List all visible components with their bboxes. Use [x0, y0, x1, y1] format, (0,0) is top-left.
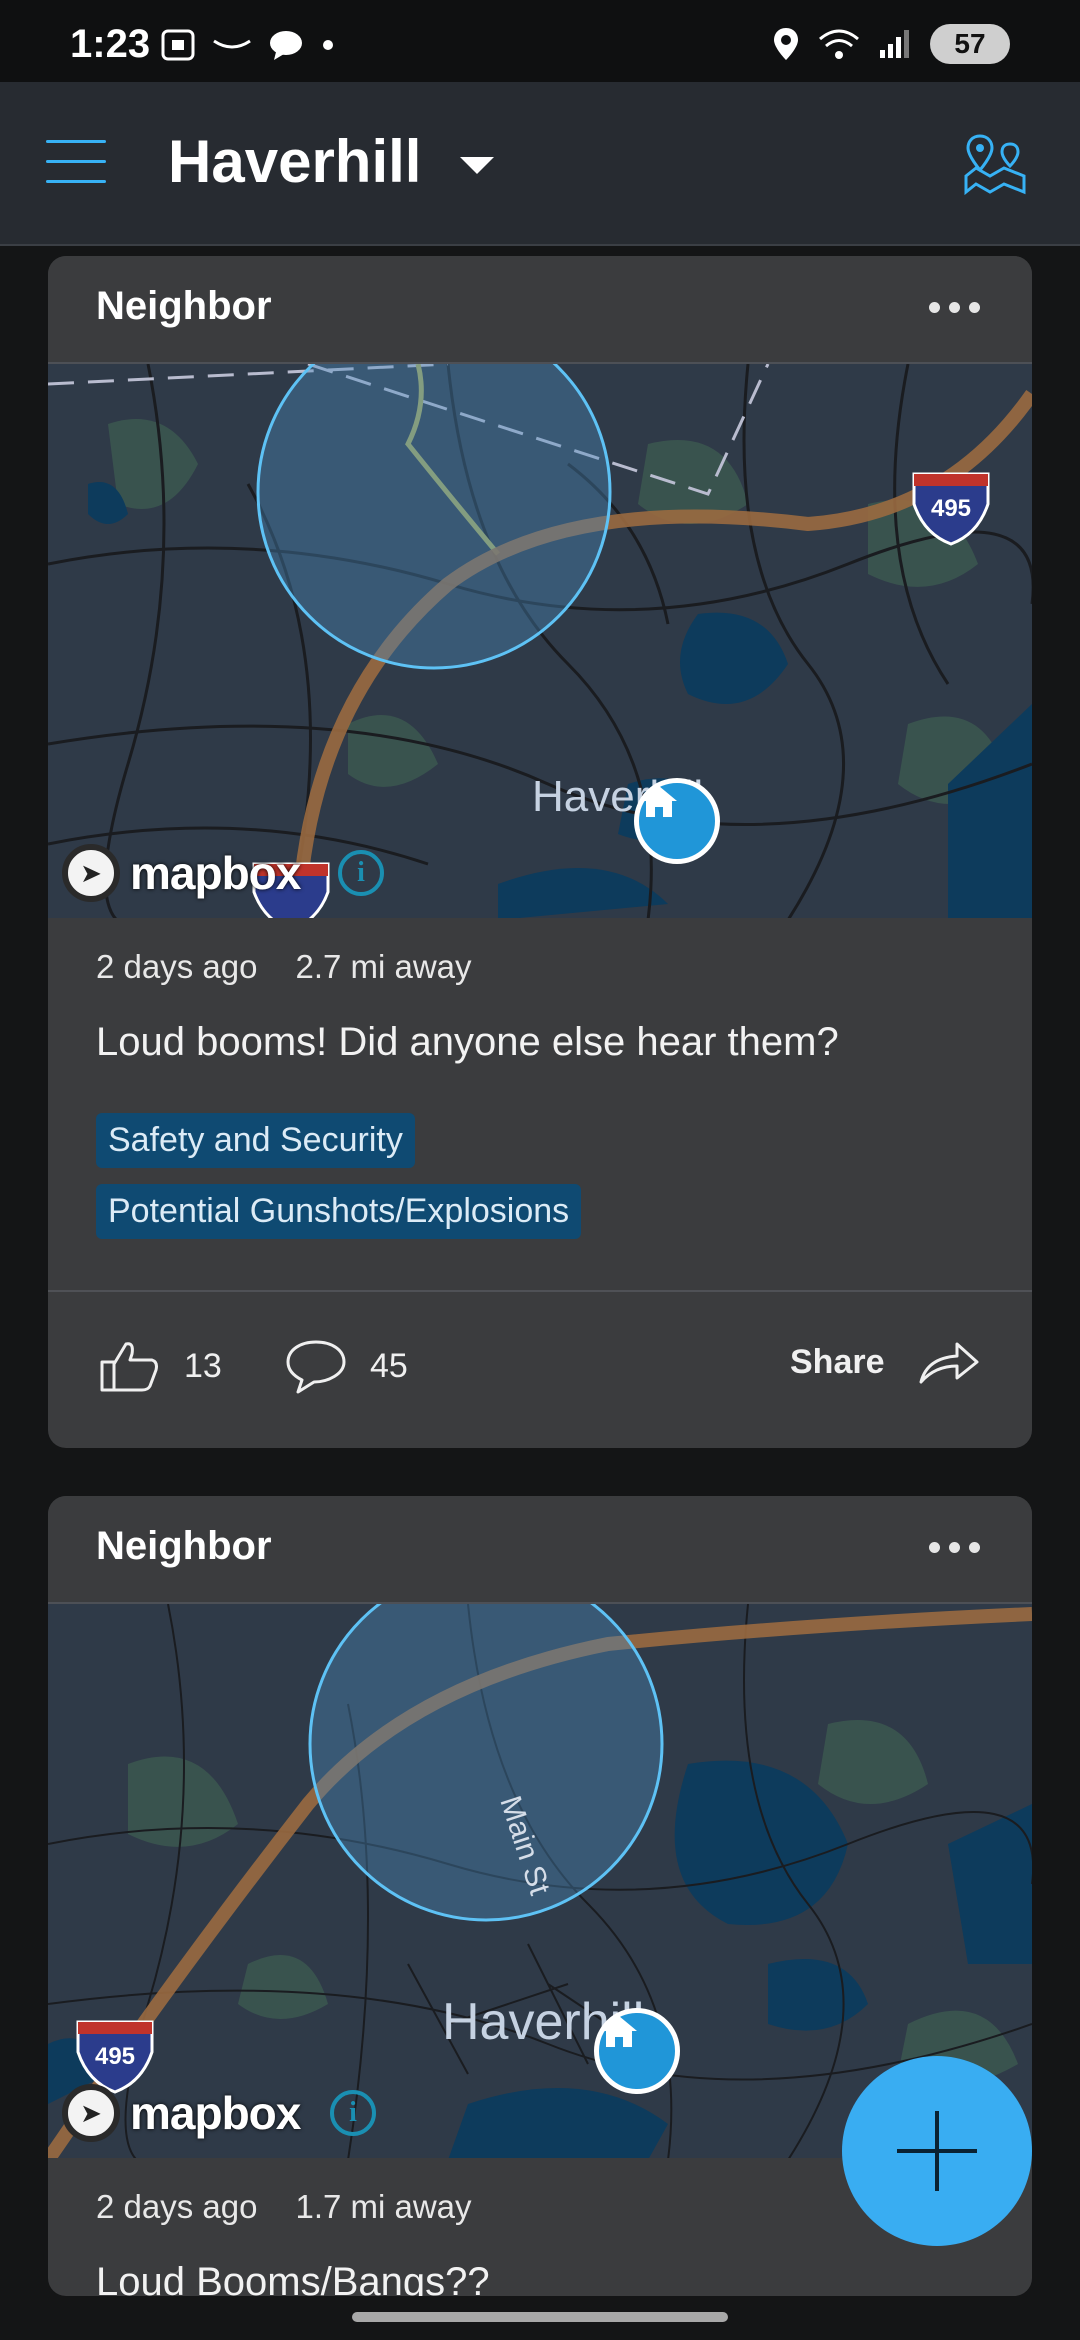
app-header: Haverhill — [0, 82, 1080, 246]
card-header: Neighbor — [48, 256, 1032, 362]
mapbox-mark-icon: ➤ — [62, 844, 120, 902]
card-header: Neighbor — [48, 1496, 1032, 1602]
menu-icon — [46, 140, 106, 143]
post-tags: Safety and Security Potential Gunshots/E… — [96, 1113, 984, 1239]
mapbox-wordmark: mapbox — [130, 847, 301, 899]
post-actions: 13 45 Share — [48, 1292, 1032, 1448]
post-text: Loud Booms/Bangs?? — [96, 2260, 490, 2296]
post-meta: 2 days ago 1.7 mi away — [96, 2188, 984, 2226]
comment-button[interactable]: 45 — [284, 1338, 408, 1394]
wifi-icon — [819, 29, 859, 59]
like-button[interactable]: 13 — [98, 1338, 222, 1394]
mapbox-mark-icon: ➤ — [62, 2084, 120, 2142]
post-author: Neighbor — [96, 284, 272, 328]
system-icons: 57 — [772, 24, 1010, 64]
post-body: 2 days ago 2.7 mi away Loud booms! Did a… — [48, 948, 1032, 1239]
post-map[interactable]: 495 Haverhill ➤ mapbox i — [48, 362, 1032, 918]
battery-indicator: 57 — [930, 24, 1010, 64]
highway-number: 495 — [931, 495, 971, 522]
status-time: 1:23 — [70, 22, 151, 66]
share-button[interactable]: Share — [790, 1338, 981, 1386]
map-info-icon[interactable]: i — [330, 2090, 376, 2136]
location-icon — [774, 28, 798, 60]
mapbox-logo: ➤ mapbox — [62, 2084, 301, 2142]
tag-safety[interactable]: Safety and Security — [96, 1113, 415, 1168]
post-author: Neighbor — [96, 1524, 272, 1568]
map-info-icon[interactable]: i — [338, 850, 384, 896]
new-post-button[interactable] — [842, 2056, 1032, 2246]
screenshot-icon — [161, 29, 195, 61]
more-icon — [929, 1542, 940, 1553]
home-indicator[interactable] — [352, 2312, 728, 2322]
dot-icon — [323, 40, 333, 50]
share-arrow-icon — [919, 1342, 978, 1384]
thumbs-up-icon — [100, 1342, 158, 1392]
share-label: Share — [790, 1342, 885, 1381]
mapbox-logo: ➤ mapbox — [62, 844, 301, 902]
home-icon — [601, 2016, 637, 2047]
home-icon — [641, 786, 677, 817]
comment-icon — [286, 1340, 346, 1394]
post-time: 2 days ago — [96, 948, 258, 985]
home-pin[interactable] — [634, 778, 720, 864]
comment-count: 45 — [370, 1346, 408, 1385]
status-bar: 1:23 57 — [0, 0, 1080, 82]
post-distance: 1.7 mi away — [295, 2188, 472, 2225]
post-card[interactable]: Neighbor — [48, 256, 1032, 1448]
mapbox-wordmark: mapbox — [130, 2087, 301, 2139]
post-meta: 2 days ago 2.7 mi away — [96, 948, 984, 986]
neighborhood-title[interactable]: Haverhill — [168, 127, 421, 196]
map-view-button[interactable] — [960, 132, 1030, 196]
amazon-icon — [213, 39, 251, 49]
chat-bubble-icon — [270, 31, 302, 60]
home-pin[interactable] — [594, 2008, 680, 2094]
more-options-button[interactable] — [929, 302, 980, 313]
more-icon — [929, 302, 940, 313]
menu-button[interactable] — [46, 138, 106, 188]
more-options-button[interactable] — [929, 1542, 980, 1553]
signal-icon — [880, 30, 909, 58]
map-pin-icon — [964, 134, 1026, 196]
tag-gunshots[interactable]: Potential Gunshots/Explosions — [96, 1184, 582, 1239]
post-text: Loud booms! Did anyone else hear them? — [96, 1020, 839, 1064]
map-graphic: 495 — [48, 364, 1032, 918]
like-count: 13 — [184, 1346, 222, 1385]
highway-number: 495 — [95, 2043, 135, 2070]
notification-icons — [160, 28, 336, 62]
post-time: 2 days ago — [96, 2188, 258, 2225]
chevron-down-icon[interactable] — [460, 157, 494, 174]
post-distance: 2.7 mi away — [295, 948, 472, 985]
